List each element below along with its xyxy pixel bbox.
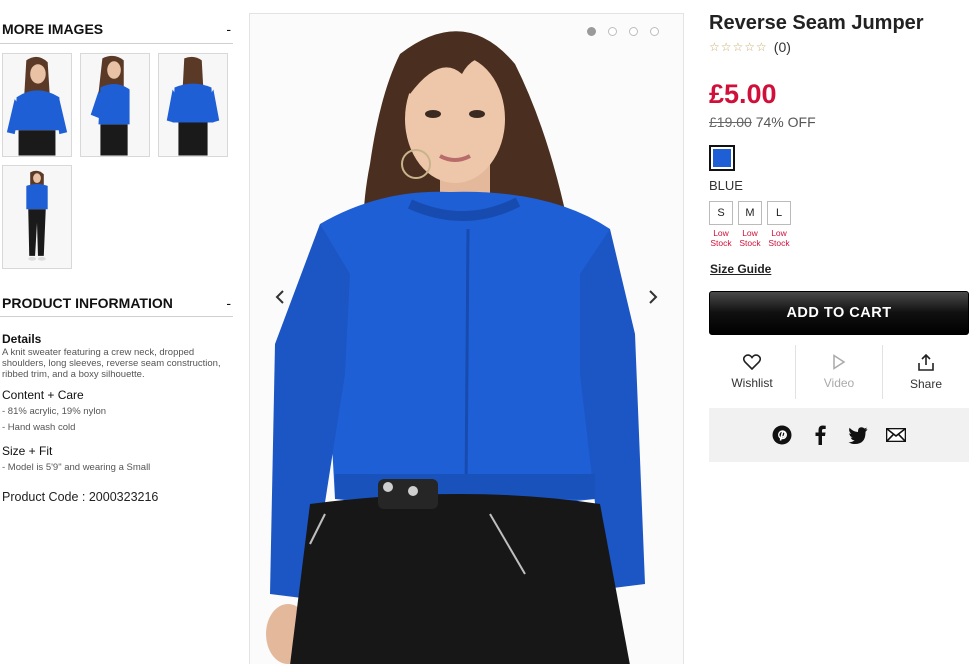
wishlist-button[interactable]: Wishlist: [709, 345, 795, 399]
size-option-m[interactable]: M Low Stock: [738, 201, 762, 248]
play-icon: [833, 354, 846, 370]
selected-color-name: BLUE: [709, 178, 743, 193]
pinterest-icon[interactable]: [771, 424, 793, 446]
chevron-left-icon: [275, 290, 284, 304]
thumbnail-front[interactable]: [2, 53, 72, 157]
share-icon: [918, 353, 934, 371]
product-information-heading: PRODUCT INFORMATION: [2, 294, 173, 311]
collapse-toggle[interactable]: -: [226, 21, 231, 37]
product-title: Reverse Seam Jumper: [709, 12, 924, 34]
size-fit-title: Size + Fit: [2, 444, 53, 458]
content-item: - 81% acrylic, 19% nylon: [2, 406, 107, 417]
size-label[interactable]: M: [738, 201, 762, 225]
slide-dot[interactable]: [608, 27, 617, 36]
email-icon[interactable]: [885, 424, 907, 446]
details-title: Details: [2, 332, 42, 346]
slide-dot[interactable]: [650, 27, 659, 36]
content-care-title: Content + Care: [2, 388, 84, 402]
sale-price: £5.00: [709, 79, 777, 109]
swatch-fill: [713, 149, 731, 167]
size-option-l[interactable]: L Low Stock: [767, 201, 791, 248]
rating[interactable]: ☆☆☆☆☆ (0): [709, 39, 791, 55]
wishlist-label: Wishlist: [731, 376, 773, 390]
stock-status: Stock: [710, 238, 732, 248]
add-to-cart-button[interactable]: ADD TO CART: [709, 291, 969, 335]
slide-dot[interactable]: [587, 27, 596, 36]
stock-status: Low: [771, 228, 787, 238]
facebook-icon[interactable]: [809, 424, 831, 446]
product-code: Product Code : 2000323216: [2, 490, 159, 504]
video-button[interactable]: Video: [795, 345, 882, 399]
thumbnail-full-length[interactable]: [2, 165, 72, 269]
more-images-header[interactable]: MORE IMAGES -: [0, 14, 233, 44]
video-label: Video: [823, 376, 855, 390]
stock-status: Stock: [768, 238, 790, 248]
slide-indicator: [587, 27, 659, 36]
share-button[interactable]: Share: [882, 345, 969, 399]
product-photo: [250, 14, 683, 664]
next-image-arrow[interactable]: [640, 284, 666, 310]
color-swatch-blue[interactable]: [709, 145, 735, 171]
details-text: A knit sweater featuring a crew neck, dr…: [2, 347, 221, 380]
previous-image-arrow[interactable]: [267, 284, 293, 310]
slide-dot[interactable]: [629, 27, 638, 36]
fit-item: - Model is 5'9" and wearing a Small: [2, 462, 151, 473]
original-price: £19.00: [709, 114, 752, 130]
twitter-icon[interactable]: [847, 424, 869, 446]
stock-status: Low: [742, 228, 758, 238]
size-option-s[interactable]: S Low Stock: [709, 201, 733, 248]
more-images-heading: MORE IMAGES: [2, 20, 104, 37]
product-information-header[interactable]: PRODUCT INFORMATION -: [0, 289, 233, 317]
discount-label: 74% OFF: [755, 114, 816, 130]
heart-icon: [743, 354, 761, 370]
social-share-bar: [709, 408, 969, 462]
thumbnail-back[interactable]: [158, 53, 228, 157]
content-item: - Hand wash cold: [2, 422, 76, 433]
product-actions: Wishlist Video Share: [709, 345, 969, 399]
product-information-body: Details A knit sweater featuring a crew …: [2, 332, 227, 504]
chevron-right-icon: [649, 290, 658, 304]
star-rating-icon: ☆☆☆☆☆: [709, 40, 768, 54]
stock-status: Stock: [739, 238, 761, 248]
original-price-row: £19.00 74% OFF: [709, 114, 816, 130]
size-label[interactable]: L: [767, 201, 791, 225]
share-label: Share: [909, 376, 943, 391]
main-product-image[interactable]: [249, 13, 684, 664]
size-guide-link[interactable]: Size Guide: [710, 262, 771, 276]
size-label[interactable]: S: [709, 201, 733, 225]
size-selector: S Low Stock M Low Stock L Low Stock: [709, 201, 791, 248]
stock-status: Low: [713, 228, 729, 238]
thumbnail-side[interactable]: [80, 53, 150, 157]
rating-count: (0): [773, 39, 791, 55]
collapse-toggle[interactable]: -: [226, 295, 231, 311]
